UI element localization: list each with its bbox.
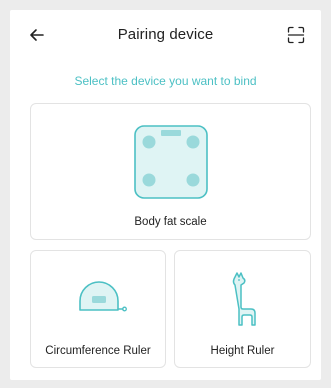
instruction-text: Select the device you want to bind <box>74 74 257 88</box>
header: Pairing device <box>10 10 321 62</box>
scan-frame-icon <box>287 26 305 44</box>
giraffe-height-icon <box>232 272 256 326</box>
page-title: Pairing device <box>117 26 214 43</box>
device-card-body-fat-scale[interactable]: Body fat scale <box>30 103 311 240</box>
body-fat-scale-icon <box>134 125 208 199</box>
tape-measure-icon <box>79 281 127 312</box>
scan-button[interactable] <box>285 24 307 46</box>
device-card-height-ruler[interactable]: Height Ruler <box>174 250 311 368</box>
device-label-height-ruler: Height Ruler <box>210 345 275 357</box>
pairing-screen: Pairing device Select the device you wan… <box>10 10 321 380</box>
device-label-body-fat-scale: Body fat scale <box>134 216 207 228</box>
device-card-circumference-ruler[interactable]: Circumference Ruler <box>30 250 166 368</box>
device-label-circumference-ruler: Circumference Ruler <box>45 345 151 357</box>
